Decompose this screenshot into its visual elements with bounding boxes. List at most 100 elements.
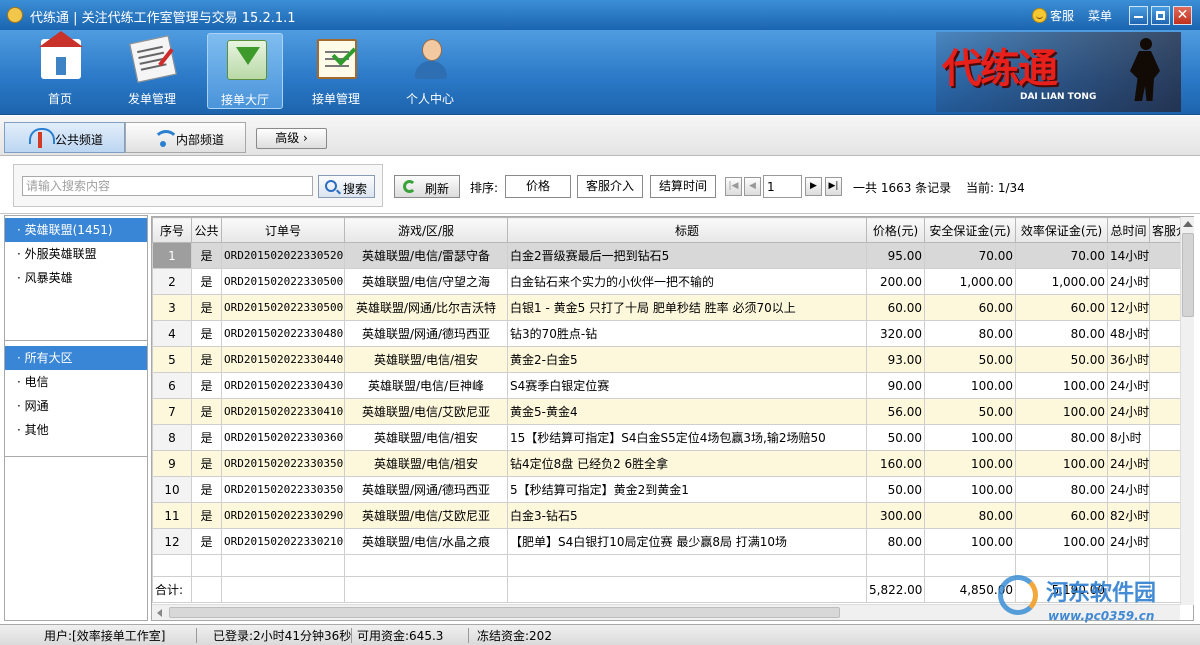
column-header[interactable]: 订单号 [221,217,345,243]
first-page-button[interactable]: |◀ [725,177,742,196]
watermark-url: www.pc0359.cn [1048,609,1155,623]
game-item-lol[interactable]: · 英雄联盟(1451) [5,218,147,242]
toolbar-item-personal-center[interactable]: 个人中心 [392,33,468,109]
cell-idx: 9 [152,450,192,477]
menu-button[interactable]: 菜单 [1088,7,1112,24]
region-item-all[interactable]: · 所有大区 [5,346,147,370]
toolbar-item-label: 个人中心 [405,92,454,106]
scroll-thumb[interactable] [1182,233,1194,317]
search-button[interactable]: 搜索 [318,175,375,198]
sort-label: 排序: [470,181,499,195]
cell-game: 英雄联盟/电信/守望之海 [344,268,508,295]
region-item-netcom[interactable]: · 网通 [5,394,147,418]
sort-by-settle-time-button[interactable]: 结算时间 [650,175,716,198]
cell-pub: 是 [191,502,222,529]
table-row[interactable]: 9 是 ORD20150202233035002 英雄联盟/电信/祖安 钻4定位8盘 已… [152,450,1193,477]
cell-pub: 是 [191,450,222,477]
close-button[interactable]: ✕ [1173,5,1192,25]
clipboard-icon [317,39,357,79]
column-header[interactable]: 标题 [507,217,867,243]
cell-pub: 是 [191,320,222,347]
cell-price: 60.00 [866,294,925,321]
scroll-thumb[interactable] [169,607,840,618]
cell-game: 英雄联盟/电信/艾欧尼亚 [344,398,508,425]
sort-by-price-button[interactable]: 价格 [505,175,571,198]
toolbar-item-publish-orders[interactable]: 发单管理 [114,33,190,109]
cell-pub: 是 [191,242,222,269]
table-header-row: 序号 公共 订单号 游戏/区/服 标题 价格(元) 安全保证金(元) 效率保证金… [152,217,1193,243]
cell-order: ORD20150202233044001 [221,346,345,373]
cell-pub: 是 [191,528,222,555]
order-hall-icon [227,40,267,80]
logo-title: 代练通 [942,45,1058,92]
sort-by-cs-button[interactable]: 客服介入 [577,175,643,198]
column-header[interactable]: 游戏/区/服 [344,217,508,243]
toolbar-item-order-management[interactable]: 接单管理 [298,33,374,109]
prev-page-button[interactable]: ◀ [744,177,761,196]
region-item-other[interactable]: · 其他 [5,418,147,442]
table-row[interactable]: 5 是 ORD20150202233044001 英雄联盟/电信/祖安 黄金2-白金5 9… [152,346,1193,373]
toolbar-item-home[interactable]: 首页 [22,31,98,109]
cell-idx: 8 [152,424,192,451]
divider [5,456,147,457]
column-header[interactable]: 公共 [191,217,222,243]
region-item-telecom[interactable]: · 电信 [5,370,147,394]
table-row[interactable]: 12 是 ORD20150202233021001 英雄联盟/电信/水晶之痕 【肥单】S… [152,528,1193,555]
smiley-icon [1031,7,1047,23]
cell-time: 24小时 [1107,476,1150,503]
maximize-button[interactable] [1151,5,1170,25]
cell-idx: 6 [152,372,192,399]
column-header[interactable]: 序号 [152,217,192,243]
cell-title: 钻3的70胜点-钻 [507,320,867,347]
minimize-button[interactable] [1129,5,1148,25]
status-user: 用户:[效率接单工作室] [44,629,166,643]
cell-pub: 是 [191,476,222,503]
table-row[interactable]: 10 是 ORD20150202233035001 英雄联盟/网通/德玛西亚 5【秒结算… [152,476,1193,503]
refresh-button[interactable]: 刷新 [394,175,460,198]
column-header[interactable]: 价格(元) [866,217,925,243]
cell-game: 英雄联盟/电信/雷瑟守备 [344,242,508,269]
cell-eff: 80.00 [1015,476,1108,503]
last-page-button[interactable]: ▶| [825,177,842,196]
tab-public-channel[interactable]: 公共频道 [4,122,125,153]
table-row[interactable]: 8 是 ORD20150202233036001 英雄联盟/电信/祖安 15【秒结算可指… [152,424,1193,451]
cell-price: 93.00 [866,346,925,373]
cell-price: 50.00 [866,424,925,451]
home-icon [39,31,83,79]
advanced-button[interactable]: 高级 › [256,128,327,149]
cell-idx: 10 [152,476,192,503]
table-row[interactable]: 2 是 ORD20150202233050002 英雄联盟/电信/守望之海 白金钻石来个… [152,268,1193,295]
table-row[interactable]: 6 是 ORD20150202233043001 英雄联盟/电信/巨神峰 S4赛季白银定… [152,372,1193,399]
vertical-scrollbar[interactable] [1180,217,1194,605]
table-row[interactable]: 11 是 ORD20150202233029001 英雄联盟/电信/艾欧尼亚 白金3-钻… [152,502,1193,529]
cell-order: ORD20150202233035001 [221,476,345,503]
close-icon: ✕ [1176,6,1189,23]
game-item-heroes-of-storm[interactable]: · 风暴英雄 [5,266,147,290]
column-header[interactable]: 安全保证金(元) [924,217,1016,243]
total-records: 一共 1663 条记录 [853,181,952,195]
next-page-button[interactable]: ▶ [805,177,822,196]
cell-safe: 100.00 [924,476,1016,503]
search-input[interactable] [22,176,313,196]
cell-pub: 是 [191,346,222,373]
channel-bar: 公共频道 内部频道 高级 › [0,116,1200,156]
cell-title: 5【秒结算可指定】黄金2到黄金1 [507,476,867,503]
game-item-lol-foreign[interactable]: · 外服英雄联盟 [5,242,147,266]
cell-game: 英雄联盟/网通/德玛西亚 [344,320,508,347]
customer-service-button[interactable]: 客服 [1031,7,1074,24]
column-header[interactable]: 效率保证金(元) [1015,217,1108,243]
tab-internal-channel[interactable]: 内部频道 [125,122,246,153]
summary-cell [344,576,508,603]
search-button-label: 搜索 [343,182,368,196]
cell-game: 英雄联盟/电信/祖安 [344,346,508,373]
table-row[interactable]: 3 是 ORD20150202233050001 英雄联盟/网通/比尔吉沃特 白银1 -… [152,294,1193,321]
table-row[interactable]: 4 是 ORD20150202233048001 英雄联盟/网通/德玛西亚 钻3的70胜… [152,320,1193,347]
column-header[interactable]: 总时间 [1107,217,1150,243]
cell-safe: 100.00 [924,528,1016,555]
cell-game: 英雄联盟/电信/祖安 [344,450,508,477]
table-row[interactable]: 7 是 ORD20150202233041001 英雄联盟/电信/艾欧尼亚 黄金5-黄金… [152,398,1193,425]
table-row[interactable]: 1 是 ORD20150202233052001 英雄联盟/电信/雷瑟守备 白金2晋级赛… [152,242,1193,269]
page-number-input[interactable] [763,175,802,198]
toolbar-item-order-hall[interactable]: 接单大厅 [207,33,283,109]
cell-title: 15【秒结算可指定】S4白金S5定位4场包赢3场,输2场赔50 [507,424,867,451]
